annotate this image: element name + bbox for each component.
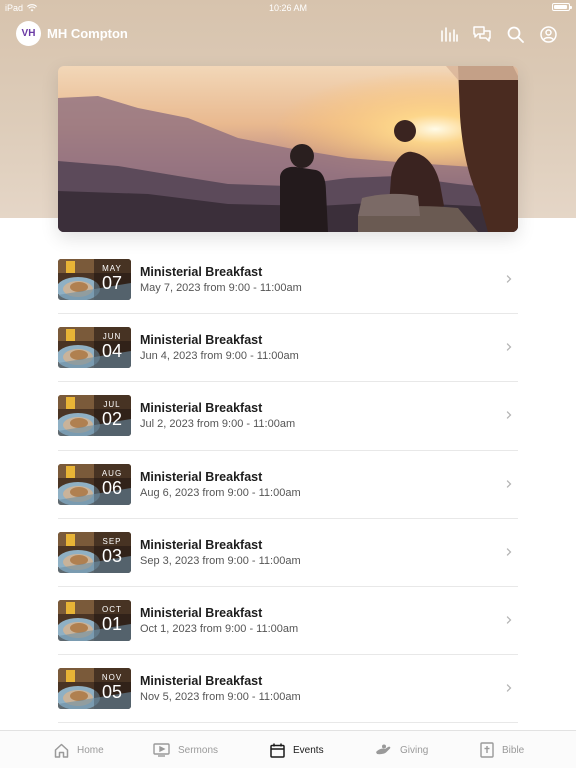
event-datetime: Nov 5, 2023 from 9:00 - 11:00am bbox=[140, 691, 301, 704]
chevron-right-icon bbox=[506, 275, 512, 283]
event-title: Ministerial Breakfast bbox=[140, 469, 263, 484]
event-datetime: Sep 3, 2023 from 9:00 - 11:00am bbox=[140, 554, 301, 567]
event-date-badge: OCT 01 bbox=[96, 605, 128, 634]
event-day: 01 bbox=[101, 613, 123, 634]
status-bar: iPad 10:26 AM bbox=[0, 0, 576, 16]
church-logo[interactable]: VH bbox=[16, 21, 41, 46]
event-day: 03 bbox=[101, 545, 123, 566]
events-list: MAY 07 Ministerial Breakfast May 7, 2023 fr… bbox=[58, 246, 518, 724]
battery-icon bbox=[552, 3, 572, 11]
tv-icon bbox=[153, 743, 170, 757]
event-date-badge: SEP 03 bbox=[96, 537, 128, 566]
event-title: Ministerial Breakfast bbox=[140, 333, 263, 348]
event-title: Ministerial Breakfast bbox=[140, 401, 263, 416]
chat-icon[interactable] bbox=[472, 24, 492, 44]
account-icon[interactable] bbox=[538, 24, 558, 44]
bible-icon bbox=[480, 742, 494, 758]
app-header: VH MH Compton bbox=[0, 18, 576, 50]
tab-giving-label: Giving bbox=[400, 744, 429, 756]
chevron-right-icon bbox=[506, 343, 512, 351]
event-thumbnail: SEP 03 bbox=[58, 531, 131, 573]
equalizer-icon[interactable] bbox=[439, 24, 459, 44]
event-datetime: Jul 2, 2023 from 9:00 - 11:00am bbox=[140, 418, 296, 431]
calendar-icon bbox=[270, 743, 285, 758]
event-date-badge: AUG 06 bbox=[96, 469, 128, 498]
event-row[interactable]: SEP 03 Ministerial Breakfast Sep 3, 2023 fr… bbox=[58, 519, 518, 587]
event-day: 06 bbox=[101, 477, 123, 498]
event-thumbnail: MAY 07 bbox=[58, 259, 131, 300]
event-date-badge: JUN 04 bbox=[96, 332, 128, 361]
event-date-badge: JUL 02 bbox=[96, 400, 128, 429]
event-datetime: Oct 1, 2023 from 9:00 - 11:00am bbox=[140, 622, 299, 635]
event-title: Ministerial Breakfast bbox=[140, 674, 263, 689]
tab-events[interactable]: Events bbox=[270, 731, 324, 768]
tab-sermons[interactable]: Sermons bbox=[153, 731, 218, 768]
event-day: 05 bbox=[101, 682, 123, 703]
event-datetime: Jun 4, 2023 from 9:00 - 11:00am bbox=[140, 350, 299, 363]
event-day: 02 bbox=[101, 409, 123, 430]
event-thumbnail: JUN 04 bbox=[58, 327, 131, 369]
event-day: 07 bbox=[101, 273, 123, 293]
tab-events-label: Events bbox=[293, 744, 324, 756]
tab-home-label: Home bbox=[77, 744, 104, 756]
event-title: Ministerial Breakfast bbox=[140, 605, 263, 620]
hero-banner[interactable] bbox=[58, 66, 518, 232]
search-icon[interactable] bbox=[505, 24, 525, 44]
chevron-right-icon bbox=[506, 684, 512, 692]
chevron-right-icon bbox=[506, 411, 512, 420]
event-title: Ministerial Breakfast bbox=[140, 265, 263, 279]
chevron-right-icon bbox=[506, 616, 512, 624]
tab-sermons-label: Sermons bbox=[178, 744, 219, 756]
tab-bible[interactable]: Bible bbox=[480, 731, 524, 768]
event-thumbnail: JUL 02 bbox=[58, 395, 131, 437]
event-day: 04 bbox=[101, 341, 123, 362]
event-date-badge: NOV 05 bbox=[96, 673, 128, 702]
sunset-hikers-image bbox=[58, 66, 518, 232]
event-thumbnail: AUG 06 bbox=[58, 463, 131, 505]
home-icon bbox=[54, 743, 69, 758]
event-thumbnail: NOV 05 bbox=[58, 668, 131, 710]
event-row[interactable]: MAY 07 Ministerial Breakfast May 7, 2023 fr… bbox=[58, 246, 518, 315]
event-row[interactable]: JUN 04 Ministerial Breakfast Jun 4, 2023 fr… bbox=[58, 314, 518, 383]
event-datetime: Aug 6, 2023 from 9:00 - 11:00am bbox=[140, 486, 301, 499]
giving-icon bbox=[376, 744, 391, 755]
event-row[interactable]: AUG 06 Ministerial Breakfast Aug 6, 2023 fr… bbox=[58, 451, 518, 519]
event-row[interactable]: NOV 05 Ministerial Breakfast Nov 5, 2023 fr… bbox=[58, 655, 518, 724]
tab-bar: Home Sermons Events Giving Bible bbox=[0, 730, 576, 768]
app-title: MH Compton bbox=[47, 26, 128, 41]
status-time: 10:26 AM bbox=[268, 3, 308, 13]
event-datetime: May 7, 2023 from 9:00 - 11:00am bbox=[140, 282, 302, 294]
event-row[interactable]: OCT 01 Ministerial Breakfast Oct 1, 2023 fr… bbox=[58, 587, 518, 656]
chevron-right-icon bbox=[506, 548, 512, 556]
tab-home[interactable]: Home bbox=[54, 731, 104, 768]
chevron-right-icon bbox=[506, 479, 512, 488]
event-thumbnail: OCT 01 bbox=[58, 599, 131, 641]
event-date-badge: MAY 07 bbox=[96, 264, 128, 293]
event-title: Ministerial Breakfast bbox=[140, 537, 263, 552]
tab-bible-label: Bible bbox=[502, 744, 525, 756]
event-row[interactable]: JUL 02 Ministerial Breakfast Jul 2, 2023 fr… bbox=[58, 382, 518, 451]
tab-giving[interactable]: Giving bbox=[375, 731, 428, 768]
